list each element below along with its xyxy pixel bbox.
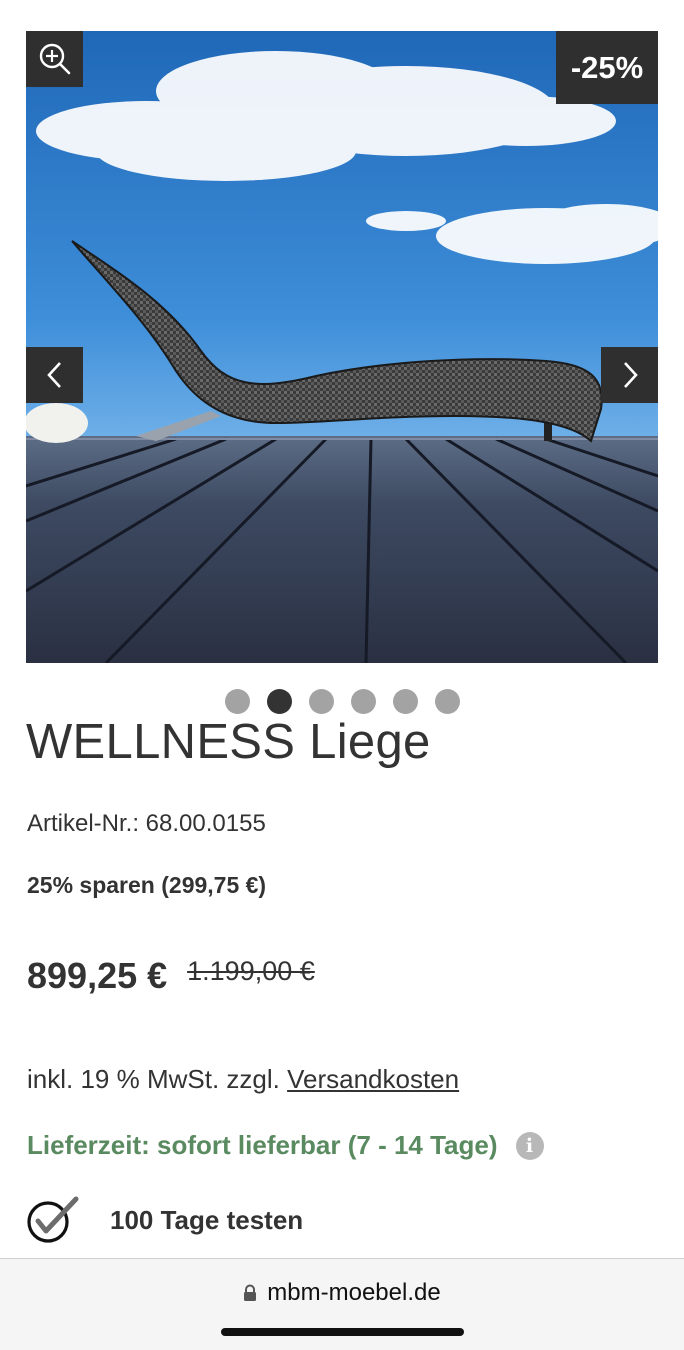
check-circle-icon xyxy=(27,1196,79,1243)
chevron-right-icon xyxy=(623,362,638,388)
browser-bottom-bar: mbm-moebel.de xyxy=(0,1258,684,1350)
original-price: 1.199,00 € xyxy=(187,956,315,986)
delivery-info: Lieferzeit: sofort lieferbar (7 - 14 Tag… xyxy=(27,1130,544,1161)
chevron-left-icon xyxy=(46,362,61,388)
discount-badge: -25% xyxy=(556,31,658,104)
previous-image-button[interactable] xyxy=(26,347,83,403)
current-price: 899,25 € xyxy=(27,955,168,996)
price-row: 899,25 € 1.199,00 € xyxy=(27,955,315,997)
delivery-time: Lieferzeit: sofort lieferbar (7 - 14 Tag… xyxy=(27,1130,498,1160)
shipping-costs-link[interactable]: Versandkosten xyxy=(287,1064,459,1094)
slide-dot-1[interactable] xyxy=(225,689,250,714)
lock-icon xyxy=(244,1284,257,1301)
product-image-gallery[interactable]: -25% xyxy=(26,31,658,663)
home-indicator[interactable] xyxy=(221,1328,464,1336)
slide-dot-3[interactable] xyxy=(309,689,334,714)
trial-text: 100 Tage testen xyxy=(110,1204,304,1235)
info-icon[interactable]: i xyxy=(515,1131,544,1160)
slide-dot-4[interactable] xyxy=(351,689,376,714)
article-number: Artikel-Nr.: 68.00.0155 xyxy=(27,810,266,837)
slide-dot-5[interactable] xyxy=(393,689,418,714)
savings-text: 25% sparen (299,75 €) xyxy=(27,872,267,898)
tax-info: inkl. 19 % MwSt. zzgl. Versandkosten xyxy=(27,1064,459,1095)
tax-text: inkl. 19 % MwSt. zzgl. xyxy=(27,1064,280,1094)
zoom-in-icon xyxy=(39,43,70,75)
next-image-button[interactable] xyxy=(601,347,658,403)
slide-indicator xyxy=(225,689,460,714)
product-image[interactable] xyxy=(26,31,658,663)
zoom-button[interactable] xyxy=(26,31,83,87)
product-title: WELLNESS Liege xyxy=(26,715,431,769)
slide-dot-6[interactable] xyxy=(435,689,460,714)
address-bar[interactable]: mbm-moebel.de xyxy=(0,1279,684,1307)
url-text: mbm-moebel.de xyxy=(267,1279,441,1306)
trial-info: 100 Tage testen xyxy=(26,1195,303,1245)
slide-dot-2[interactable] xyxy=(267,689,292,714)
